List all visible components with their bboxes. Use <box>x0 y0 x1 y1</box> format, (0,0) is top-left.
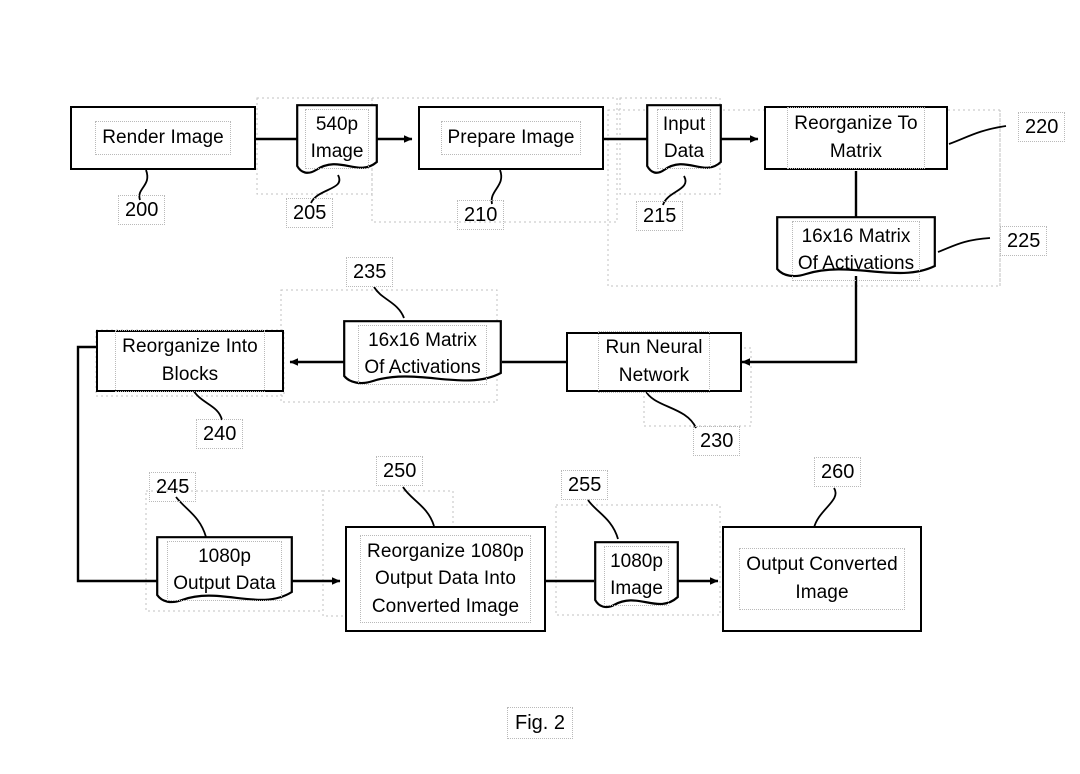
figure-caption: Fig. 2 <box>0 707 1080 739</box>
node-reorganize-output-data-label: Reorganize 1080p Output Data Into Conver… <box>360 534 531 624</box>
node-reorganize-output-data[interactable]: Reorganize 1080p Output Data Into Conver… <box>345 526 546 632</box>
node-540p-image[interactable]: 540p Image <box>296 104 378 182</box>
leader-255 <box>587 499 619 540</box>
leader-240 <box>191 387 223 421</box>
leader-200 <box>138 169 149 201</box>
node-reorganize-to-matrix[interactable]: Reorganize To Matrix <box>764 106 948 170</box>
leader-235 <box>373 286 405 319</box>
ref-260: 260 <box>813 457 862 487</box>
node-reorganize-into-blocks[interactable]: Reorganize Into Blocks <box>96 330 284 392</box>
node-output-converted-image[interactable]: Output Converted Image <box>722 526 922 632</box>
node-matrix-activations-output[interactable]: 16x16 Matrix Of Activations <box>343 320 502 392</box>
node-1080p-output-data[interactable]: 1080p Output Data <box>156 536 293 612</box>
ref-220: 220 <box>1017 112 1066 142</box>
ref-205: 205 <box>285 198 334 228</box>
node-matrix-activations-input[interactable]: 16x16 Matrix Of Activations <box>776 216 936 284</box>
leader-230 <box>644 389 697 429</box>
leader-250 <box>402 486 435 527</box>
node-1080p-image[interactable]: 1080p Image <box>594 541 679 617</box>
leader-210 <box>490 169 503 205</box>
ref-250: 250 <box>375 456 424 486</box>
node-1080p-output-data-label: 1080p Output Data <box>167 541 282 601</box>
leader-245 <box>175 496 207 538</box>
ref-200: 200 <box>117 195 166 225</box>
ref-230: 230 <box>692 426 741 456</box>
leader-260 <box>813 487 837 529</box>
ref-210: 210 <box>456 200 505 230</box>
ref-240: 240 <box>195 419 244 449</box>
node-output-converted-image-label: Output Converted Image <box>739 548 905 610</box>
node-540p-image-label: 540p Image <box>304 109 370 169</box>
node-prepare-image-label: Prepare Image <box>440 121 582 155</box>
node-reorganize-to-matrix-label: Reorganize To Matrix <box>787 107 925 169</box>
leader-225 <box>937 237 991 253</box>
node-render-image[interactable]: Render Image <box>70 106 256 170</box>
node-run-neural-network[interactable]: Run Neural Network <box>566 331 742 393</box>
node-matrix-activations-output-label: 16x16 Matrix Of Activations <box>358 325 487 385</box>
leader-220 <box>948 125 1007 145</box>
node-reorganize-into-blocks-label: Reorganize Into Blocks <box>115 330 265 392</box>
ref-225: 225 <box>999 226 1048 256</box>
ref-245: 245 <box>148 472 197 502</box>
ref-235: 235 <box>345 257 394 287</box>
node-input-data[interactable]: Input Data <box>646 104 722 182</box>
figure-caption-text: Fig. 2 <box>506 707 574 739</box>
node-matrix-activations-input-label: 16x16 Matrix Of Activations <box>791 221 921 281</box>
node-input-data-label: Input Data <box>656 109 712 169</box>
node-run-neural-network-label: Run Neural Network <box>598 331 710 393</box>
ref-255: 255 <box>560 470 609 500</box>
node-render-image-label: Render Image <box>95 121 231 155</box>
node-prepare-image[interactable]: Prepare Image <box>418 106 604 170</box>
ref-215: 215 <box>635 201 684 231</box>
node-1080p-image-label: 1080p Image <box>604 546 669 606</box>
patent-figure: Render Image Prepare Image Reorganize To… <box>0 0 1080 774</box>
arrow-matrix225-to-neural <box>741 276 858 366</box>
